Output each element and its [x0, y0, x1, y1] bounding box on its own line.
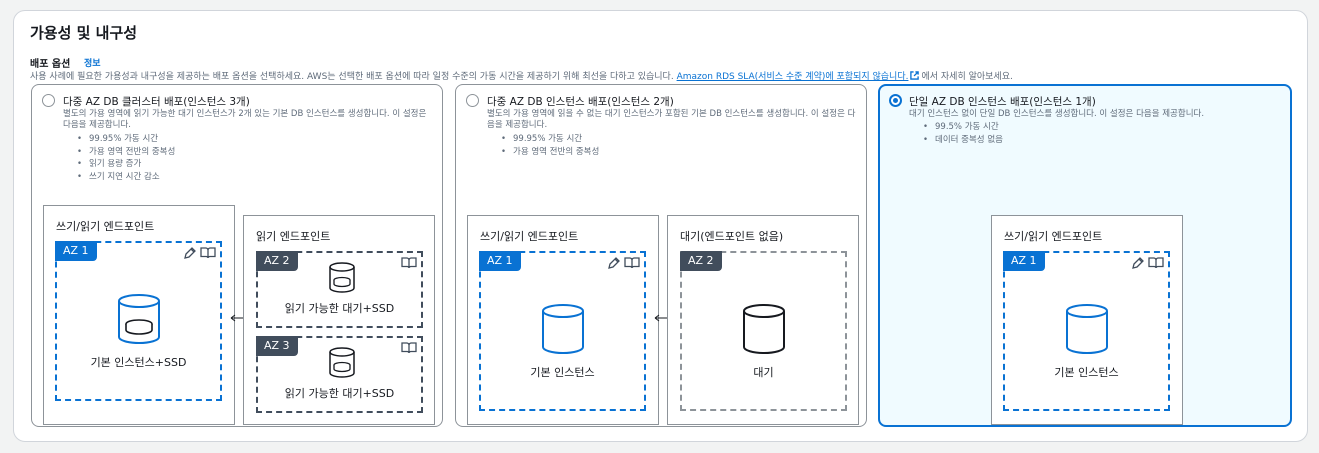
bullet-item: 가용 영역 전반의 중복성	[501, 146, 599, 159]
section-title: 가용성 및 내구성	[30, 24, 138, 42]
bullet-item: 데이터 중복성 없음	[923, 134, 1003, 147]
pencil-icon	[1132, 257, 1144, 269]
az1-label: 기본 인스턴스	[530, 366, 595, 379]
bullet-item: 쓰기 지연 시간 감소	[77, 171, 175, 184]
radio-single-az-instance[interactable]	[889, 94, 902, 107]
zone-icons	[401, 341, 417, 355]
az2-label: 읽기 가능한 대기+SSD	[284, 302, 395, 315]
bullet-item: 99.5% 가동 시간	[923, 121, 1003, 134]
zone-icons	[183, 246, 216, 260]
option-bullets: 99.5% 가동 시간 데이터 중복성 없음	[923, 121, 1003, 146]
book-icon	[401, 257, 417, 269]
option-description: 대기 인스턴스 없이 단일 DB 인스턴스를 생성합니다. 이 설정은 다음을 …	[909, 109, 1205, 119]
write-endpoint-box: 쓰기/읽기 엔드포인트 AZ 1 기본 인스턴스+SSD	[43, 205, 235, 425]
az1-zone: AZ 1 기본 인스턴스	[479, 251, 646, 411]
standby-db-icon	[743, 304, 785, 354]
read-endpoint-title: 읽기 엔드포인트	[256, 230, 331, 243]
standby-db-ssd-icon	[329, 347, 355, 378]
zone-icons	[607, 256, 640, 270]
az-badge: AZ 1	[1003, 251, 1045, 271]
bullet-item: 99.95% 가동 시간	[501, 133, 599, 146]
primary-db-icon	[1066, 304, 1108, 354]
zone-icons	[1131, 256, 1164, 270]
primary-db-icon	[542, 304, 584, 354]
book-icon	[200, 247, 216, 259]
option-title: 다중 AZ DB 인스턴스 배포(인스턴스 2개)	[487, 96, 674, 108]
primary-db-ssd-icon	[118, 294, 160, 344]
az3-label: 읽기 가능한 대기+SSD	[284, 387, 395, 400]
az3-zone: AZ 3 읽기 가능한 대기+SSD	[256, 336, 423, 413]
az-badge: AZ 1	[55, 241, 97, 261]
description-suffix: 에서 자세히 알아보세요.	[921, 72, 1013, 82]
radio-multi-az-cluster[interactable]	[42, 94, 55, 107]
write-endpoint-title: 쓰기/읽기 엔드포인트	[480, 230, 579, 243]
bullet-item: 가용 영역 전반의 중복성	[77, 146, 175, 159]
external-link-icon[interactable]	[910, 71, 920, 80]
option-single-az-instance[interactable]: 단일 AZ DB 인스턴스 배포(인스턴스 1개) 대기 인스턴스 없이 단일 …	[878, 84, 1292, 427]
az1-zone: AZ 1 기본 인스턴스+SSD	[55, 241, 222, 401]
az2-zone: AZ 2 대기	[680, 251, 847, 411]
az1-zone: AZ 1 기본 인스턴스	[1003, 251, 1170, 411]
standby-title: 대기(엔드포인트 없음)	[680, 230, 784, 243]
az1-label: 기본 인스턴스+SSD	[90, 356, 187, 369]
standby-box: 대기(엔드포인트 없음) AZ 2 대기	[667, 215, 859, 425]
book-icon	[401, 342, 417, 354]
book-icon	[1148, 257, 1164, 269]
zone-icons	[401, 256, 417, 270]
standby-db-ssd-icon	[329, 262, 355, 293]
write-endpoint-box: 쓰기/읽기 엔드포인트 AZ 1 기본 인스턴스	[991, 215, 1183, 425]
radio-multi-az-instance[interactable]	[466, 94, 479, 107]
option-multi-az-instance[interactable]: 다중 AZ DB 인스턴스 배포(인스턴스 2개) 별도의 가용 영역에 읽을 …	[455, 84, 867, 427]
read-endpoint-box: 읽기 엔드포인트 AZ 2 읽기 가능한 대기+SSD AZ 3 읽기 가능한 …	[243, 215, 435, 425]
description-text: 사용 사례에 필요한 가용성과 내구성을 제공하는 배포 옵션을 선택하세요. …	[30, 72, 674, 82]
option-title: 다중 AZ DB 클러스터 배포(인스턴스 3개)	[63, 96, 250, 108]
option-title: 단일 AZ DB 인스턴스 배포(인스턴스 1개)	[909, 96, 1096, 108]
az-badge: AZ 1	[479, 251, 521, 271]
availability-durability-panel: 가용성 및 내구성 배포 옵션 정보 사용 사례에 필요한 가용성과 내구성을 …	[13, 10, 1308, 442]
deployment-options-label: 배포 옵션	[30, 59, 71, 70]
az2-label: 대기	[753, 366, 774, 379]
az2-zone: AZ 2 읽기 가능한 대기+SSD	[256, 251, 423, 328]
option-bullets: 99.95% 가동 시간 가용 영역 전반의 중복성 읽기 용량 증가 쓰기 지…	[77, 133, 175, 183]
option-multi-az-cluster[interactable]: 다중 AZ DB 클러스터 배포(인스턴스 3개) 별도의 가용 영역에 읽기 …	[31, 84, 443, 427]
pencil-icon	[184, 247, 196, 259]
write-endpoint-title: 쓰기/읽기 엔드포인트	[56, 220, 155, 233]
option-bullets: 99.95% 가동 시간 가용 영역 전반의 중복성	[501, 133, 599, 158]
az-badge: AZ 3	[256, 336, 298, 356]
bullet-item: 99.95% 가동 시간	[77, 133, 175, 146]
bullet-item: 읽기 용량 증가	[77, 158, 175, 171]
option-description: 별도의 가용 영역에 읽을 수 없는 대기 인스턴스가 포함된 기본 DB 인스…	[487, 109, 856, 130]
az-badge: AZ 2	[256, 251, 298, 271]
info-link[interactable]: 정보	[84, 56, 101, 69]
write-endpoint-box: 쓰기/읽기 엔드포인트 AZ 1 기본 인스턴스	[467, 215, 659, 425]
book-icon	[624, 257, 640, 269]
option-description: 별도의 가용 영역에 읽기 가능한 대기 인스턴스가 2개 있는 기본 DB 인…	[63, 109, 427, 130]
write-endpoint-title: 쓰기/읽기 엔드포인트	[1004, 230, 1103, 243]
section-description: 사용 사례에 필요한 가용성과 내구성을 제공하는 배포 옵션을 선택하세요. …	[30, 69, 1013, 82]
sla-link[interactable]: Amazon RDS SLA(서비스 수준 계약)에 포함되지 않습니다.	[677, 72, 909, 82]
az1-label: 기본 인스턴스	[1054, 366, 1119, 379]
az-badge: AZ 2	[680, 251, 722, 271]
pencil-icon	[608, 257, 620, 269]
